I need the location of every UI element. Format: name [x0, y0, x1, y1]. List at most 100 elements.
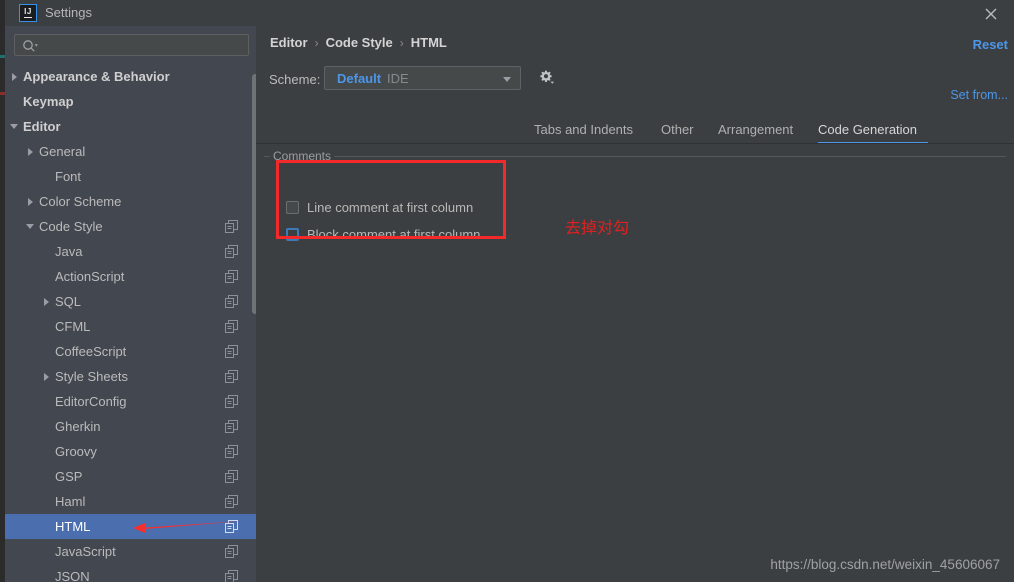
copy-scheme-icon[interactable] — [225, 520, 238, 533]
copy-scheme-icon[interactable] — [225, 395, 238, 408]
settings-tree[interactable]: Appearance & Behavior Keymap Editor General… — [5, 64, 256, 582]
sidebar-item-groovy[interactable]: Groovy — [5, 439, 256, 464]
reset-button[interactable]: Reset — [973, 37, 1008, 52]
block-comment-checkbox[interactable] — [286, 228, 299, 241]
settings-dialog: IJ Settings Appearance & Behavior Keymap E… — [0, 0, 1014, 582]
sidebar-item-color-scheme[interactable]: Color Scheme — [5, 189, 256, 214]
twisty-glyph — [43, 297, 49, 306]
sidebar-item-label: Gherkin — [55, 419, 101, 434]
breadcrumb: Editor › Code Style › HTML — [270, 35, 447, 50]
sidebar-item-label: Groovy — [55, 444, 97, 459]
close-icon[interactable] — [978, 2, 1004, 24]
search-icon — [22, 39, 38, 58]
scheme-dropdown[interactable]: Default IDE — [324, 66, 521, 90]
sidebar-item-html[interactable]: HTML — [5, 514, 256, 539]
line-comment-checkbox[interactable] — [286, 201, 299, 214]
tab-label: Arrangement — [718, 121, 794, 137]
chevron-down-icon — [503, 77, 511, 82]
sidebar-item-label: JavaScript — [55, 544, 116, 559]
copy-scheme-icon[interactable] — [225, 370, 238, 383]
search-box[interactable] — [14, 34, 249, 56]
settings-content-panel: Editor › Code Style › HTML Reset Set from...… — [256, 26, 1014, 582]
chevron-right-icon[interactable] — [23, 189, 37, 214]
watermark-text: https://blog.csdn.net/weixin_45606067 — [770, 557, 1000, 572]
copy-scheme-icon[interactable] — [225, 320, 238, 333]
copy-scheme-icon[interactable] — [225, 445, 238, 458]
sidebar-item-javascript[interactable]: JavaScript — [5, 539, 256, 564]
line-comment-checkbox-row[interactable]: Line comment at first column — [286, 200, 473, 215]
sidebar-item-label: CFML — [55, 319, 91, 334]
sidebar-item-editorconfig[interactable]: EditorConfig — [5, 389, 256, 414]
breadcrumb-item-editor[interactable]: Editor — [270, 35, 308, 50]
sidebar-item-gsp[interactable]: GSP — [5, 464, 256, 489]
tab-arrangement[interactable]: Arrangement — [718, 114, 804, 144]
sidebar-item-label: JSON — [55, 569, 90, 582]
chevron-right-icon[interactable] — [7, 64, 21, 89]
copy-scheme-icon[interactable] — [225, 420, 238, 433]
sidebar-item-code-style[interactable]: Code Style — [5, 214, 256, 239]
chevron-right-icon[interactable] — [39, 289, 53, 314]
sidebar-item-label: Color Scheme — [39, 194, 122, 209]
copy-scheme-icon[interactable] — [225, 345, 238, 358]
copy-scheme-icon[interactable] — [225, 270, 238, 283]
tab-other[interactable]: Other — [661, 114, 703, 144]
comments-group-border — [264, 156, 1006, 230]
sidebar-item-label: Font — [55, 169, 82, 184]
title-bar: IJ Settings — [5, 0, 1014, 26]
sidebar-item-actionscript[interactable]: ActionScript — [5, 264, 256, 289]
sidebar-item-coffeescript[interactable]: CoffeeScript — [5, 339, 256, 364]
chevron-down-icon[interactable] — [7, 114, 21, 139]
twisty-glyph — [26, 224, 34, 229]
copy-scheme-icon[interactable] — [225, 545, 238, 558]
sidebar-item-label: Appearance & Behavior — [23, 69, 170, 84]
sidebar-item-label: General — [39, 144, 86, 159]
sidebar-item-label: GSP — [55, 469, 83, 484]
sidebar-item-haml[interactable]: Haml — [5, 489, 256, 514]
logo-text: IJ — [24, 7, 32, 18]
sidebar-item-keymap[interactable]: Keymap — [5, 89, 256, 114]
breadcrumb-separator: › — [399, 35, 404, 50]
twisty-glyph — [27, 197, 33, 206]
tabs-divider — [256, 143, 1014, 144]
chevron-down-icon[interactable] — [23, 214, 37, 239]
annotation-note: 去掉对勾 — [565, 218, 630, 237]
sidebar-item-json[interactable]: JSON — [5, 564, 256, 582]
search-input[interactable] — [43, 38, 244, 53]
sidebar-item-label: ActionScript — [55, 269, 125, 284]
tab-tabs-and-indents[interactable]: Tabs and Indents — [534, 114, 646, 144]
sidebar-item-appearance-behavior[interactable]: Appearance & Behavior — [5, 64, 256, 89]
twisty-glyph — [27, 147, 33, 156]
gear-icon[interactable] — [535, 66, 561, 90]
copy-scheme-icon[interactable] — [225, 220, 238, 233]
block-comment-checkbox-row[interactable]: Block comment at first column — [286, 227, 480, 242]
line-comment-label: Line comment at first column — [307, 200, 474, 215]
sidebar-item-java[interactable]: Java — [5, 239, 256, 264]
sidebar-item-font[interactable]: Font — [5, 164, 256, 189]
sidebar-item-gherkin[interactable]: Gherkin — [5, 414, 256, 439]
chevron-right-icon[interactable] — [23, 139, 37, 164]
sidebar-item-style-sheets[interactable]: Style Sheets — [5, 364, 256, 389]
sidebar-item-editor[interactable]: Editor — [5, 114, 256, 139]
tab-code-generation[interactable]: Code Generation — [818, 114, 928, 144]
twisty-glyph — [11, 72, 17, 81]
set-from-button[interactable]: Set from... — [950, 88, 1008, 102]
copy-scheme-icon[interactable] — [225, 295, 238, 308]
scheme-value: Default — [337, 71, 382, 86]
breadcrumb-item-code-style[interactable]: Code Style — [326, 35, 393, 50]
copy-scheme-icon[interactable] — [225, 570, 238, 582]
tab-label: Other — [661, 121, 694, 137]
copy-scheme-icon[interactable] — [225, 470, 238, 483]
twisty-glyph — [43, 372, 49, 381]
sidebar-item-cfml[interactable]: CFML — [5, 314, 256, 339]
sidebar-item-general[interactable]: General — [5, 139, 256, 164]
copy-scheme-icon[interactable] — [225, 495, 238, 508]
sidebar-item-label: Haml — [55, 494, 86, 509]
chevron-right-icon[interactable] — [39, 364, 53, 389]
copy-scheme-icon[interactable] — [225, 245, 238, 258]
scheme-value-suffix: IDE — [387, 71, 409, 86]
settings-tabs[interactable]: Tabs and Indents Other Arrangement Code Gen… — [256, 114, 1014, 144]
sidebar-item-sql[interactable]: SQL — [5, 289, 256, 314]
block-comment-label: Block comment at first column — [307, 227, 481, 242]
scheme-label: Scheme: — [269, 72, 321, 87]
sidebar-item-label: EditorConfig — [55, 394, 127, 409]
